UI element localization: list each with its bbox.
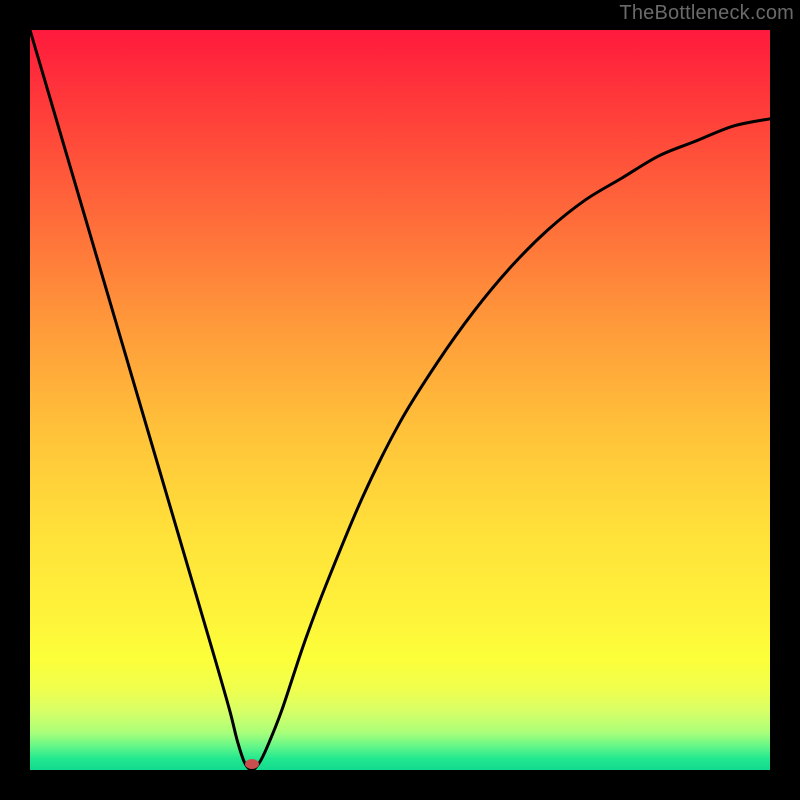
watermark-text: TheBottleneck.com [619, 2, 794, 25]
plot-area [30, 30, 770, 770]
chart-frame: TheBottleneck.com [0, 0, 800, 800]
optimum-marker [245, 759, 259, 769]
curve-svg [30, 30, 770, 770]
bottleneck-curve [30, 30, 770, 770]
